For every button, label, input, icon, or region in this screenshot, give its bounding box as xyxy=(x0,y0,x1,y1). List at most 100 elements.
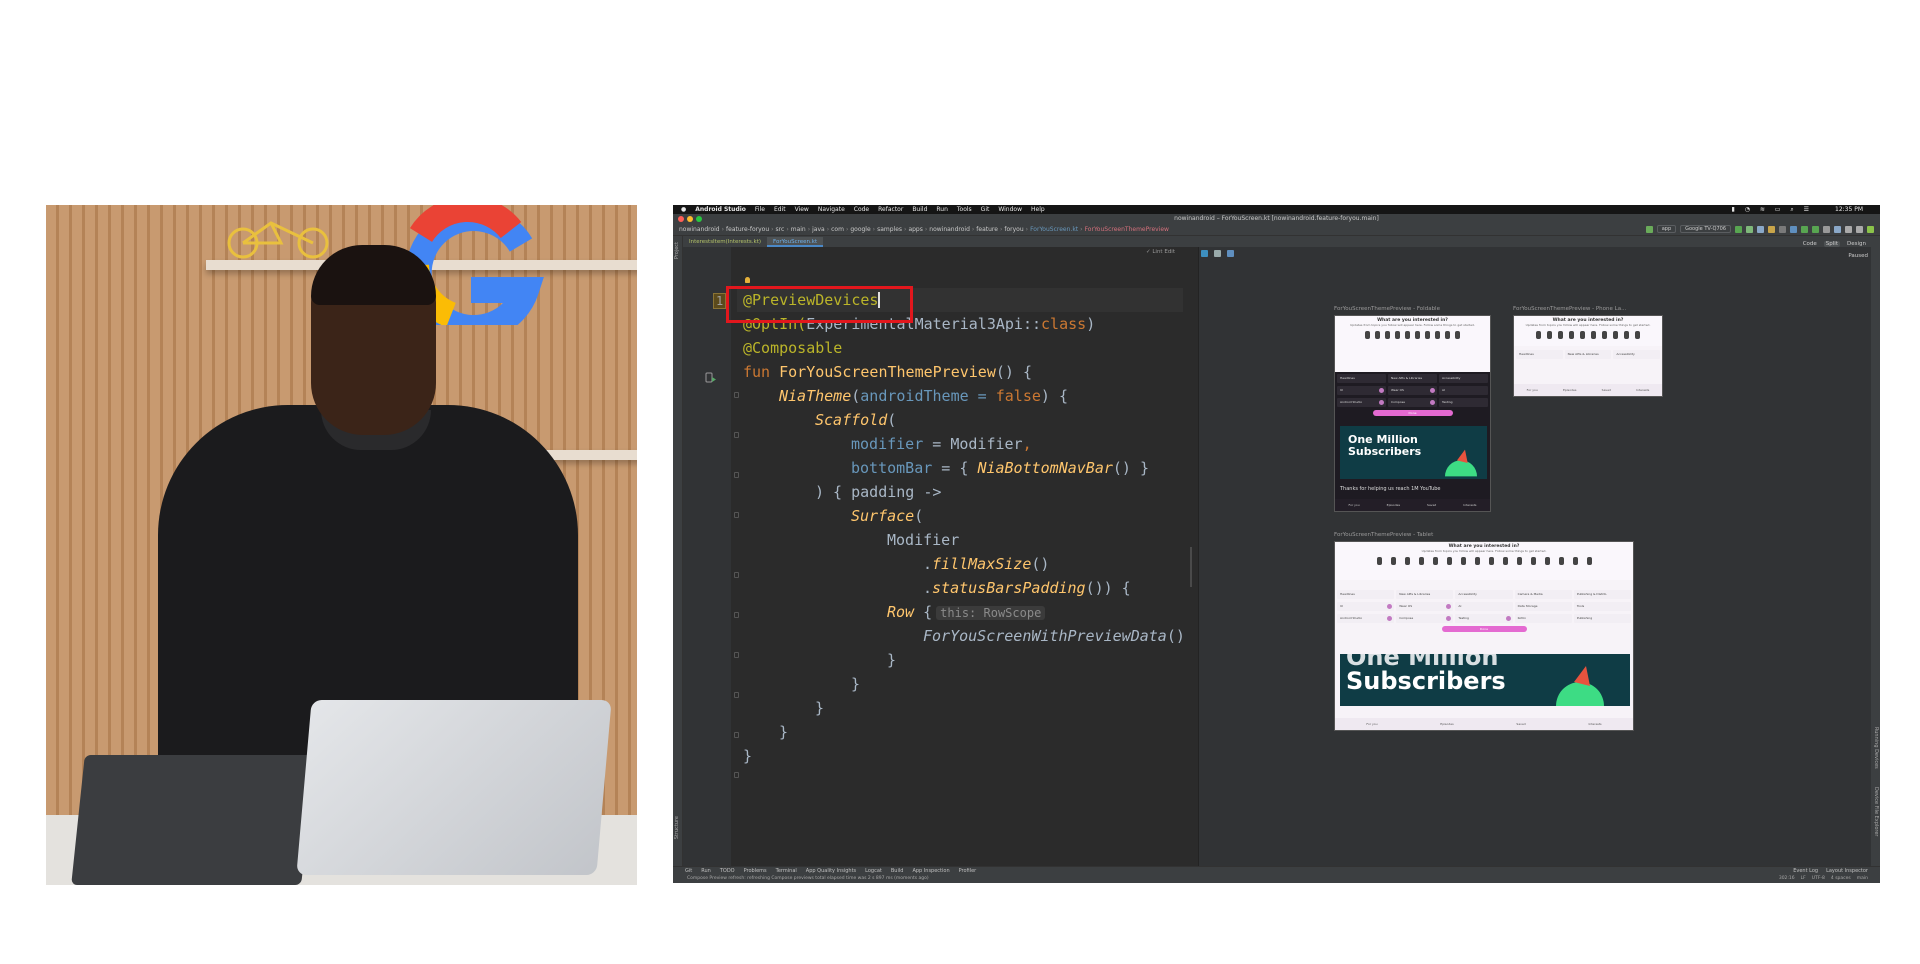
topic-chip[interactable]: AI xyxy=(1439,386,1488,395)
tool-git[interactable]: Git xyxy=(685,868,692,874)
preview-phone-landscape[interactable]: What are you interested in? Updates from… xyxy=(1513,315,1663,397)
done-button[interactable]: Done xyxy=(1441,626,1527,632)
menu-view[interactable]: View xyxy=(795,206,809,213)
topic-chip[interactable]: Android Studio xyxy=(1337,614,1395,623)
topic-chip[interactable]: UI xyxy=(1337,602,1395,611)
profile-icon[interactable] xyxy=(1757,225,1764,233)
topic-chip[interactable]: Camera & Media xyxy=(1514,590,1572,599)
breadcrumb-item[interactable]: nowinandroid xyxy=(929,226,970,233)
code-editor[interactable]: ✓ Lint Edit 1 @PreviewDevices @OptIn(Exp… xyxy=(683,247,1185,866)
topic-chip[interactable]: Tools xyxy=(1573,602,1632,611)
sync-icon[interactable] xyxy=(1790,225,1797,233)
fold-marker[interactable] xyxy=(734,472,739,478)
menu-git[interactable]: Git xyxy=(981,206,990,213)
run-icon[interactable] xyxy=(1735,225,1742,233)
git-commit-icon[interactable] xyxy=(1812,225,1819,233)
done-button[interactable]: Done xyxy=(1372,410,1453,416)
device-select[interactable]: Google TV-Q706 xyxy=(1680,225,1731,233)
breadcrumb-item[interactable]: apps xyxy=(908,226,922,233)
topic-chip[interactable]: Accessibility xyxy=(1439,374,1488,383)
breadcrumb-item[interactable]: com xyxy=(831,226,844,233)
line-separator[interactable]: LF xyxy=(1801,875,1806,883)
maximize-window-button[interactable] xyxy=(696,216,702,222)
topic-chip[interactable]: AI xyxy=(1455,602,1513,611)
split-divider[interactable] xyxy=(1183,247,1198,866)
apply-changes-icon[interactable] xyxy=(1768,225,1775,233)
topic-chip[interactable]: New APIs & Libraries xyxy=(1396,590,1454,599)
lightbulb-icon[interactable] xyxy=(745,277,750,283)
fold-marker[interactable] xyxy=(734,612,739,618)
topic-chip[interactable]: Accessibility xyxy=(1613,350,1661,359)
git-branch[interactable]: main xyxy=(1857,875,1868,883)
view-mode-split[interactable]: Split xyxy=(1823,241,1840,247)
tool-logcat[interactable]: Logcat xyxy=(865,868,882,874)
compose-preview-pane[interactable]: ForYouScreenThemePreview - Foldable What… xyxy=(1198,247,1871,866)
menu-window[interactable]: Window xyxy=(998,206,1022,213)
zoom-icon[interactable] xyxy=(1227,250,1234,257)
fold-marker[interactable] xyxy=(734,732,739,738)
close-window-button[interactable] xyxy=(678,216,684,222)
topic-chip[interactable]: Headlines xyxy=(1516,350,1563,359)
menu-navigate[interactable]: Navigate xyxy=(818,206,845,213)
running-devices-tool-button[interactable]: Running Devices xyxy=(1873,727,1879,769)
tool-event-log[interactable]: Event Log xyxy=(1793,868,1818,874)
topic-chip[interactable]: Wear OS xyxy=(1396,602,1454,611)
search-icon[interactable] xyxy=(1845,225,1852,233)
menu-build[interactable]: Build xyxy=(912,206,927,213)
breadcrumb-item[interactable]: java xyxy=(812,226,825,233)
breadcrumb-item[interactable]: samples xyxy=(877,226,902,233)
refresh-preview-icon[interactable] xyxy=(1201,250,1208,257)
git-update-icon[interactable] xyxy=(1801,225,1808,233)
hammer-icon[interactable] xyxy=(1645,225,1653,233)
tool-todo[interactable]: TODO xyxy=(720,868,735,874)
tool-problems[interactable]: Problems xyxy=(744,868,767,874)
topic-chip[interactable]: Android Studio xyxy=(1337,398,1386,407)
fold-marker[interactable] xyxy=(734,772,739,778)
view-mode-design[interactable]: Design xyxy=(1845,241,1868,247)
minimize-window-button[interactable] xyxy=(687,216,693,222)
menu-run[interactable]: Run xyxy=(936,206,948,213)
topic-chip[interactable]: Kotlin xyxy=(1514,614,1572,623)
fold-marker[interactable] xyxy=(734,432,739,438)
stop-icon[interactable] xyxy=(1779,225,1786,233)
nav-saved[interactable]: Saved xyxy=(1427,503,1436,507)
view-mode-code[interactable]: Code xyxy=(1801,241,1819,247)
nav-for-you[interactable]: For you xyxy=(1349,503,1360,507)
debug-icon[interactable] xyxy=(1746,225,1753,233)
topic-chip[interactable]: Headlines xyxy=(1337,374,1386,383)
tool-layout-inspector[interactable]: Layout Inspector xyxy=(1826,868,1868,874)
breadcrumb-item[interactable]: feature xyxy=(976,226,998,233)
breadcrumb-file[interactable]: ForYouScreen.kt xyxy=(1030,226,1078,233)
device-file-explorer-tool-button[interactable]: Device File Explorer xyxy=(1873,787,1879,836)
nav-episodes[interactable]: Episodes xyxy=(1387,503,1400,507)
settings-gear-icon[interactable] xyxy=(1856,225,1863,233)
breadcrumb-item[interactable]: foryou xyxy=(1004,226,1023,233)
menu-tools[interactable]: Tools xyxy=(957,206,972,213)
topic-chip[interactable]: New APIs & Libraries xyxy=(1564,350,1612,359)
project-tool-button[interactable]: Project xyxy=(674,242,680,259)
breadcrumb-item[interactable]: feature-foryou xyxy=(726,226,769,233)
structure-tool-button[interactable]: Structure xyxy=(674,816,680,839)
breadcrumb-item[interactable]: nowinandroid xyxy=(679,226,720,233)
tool-terminal[interactable]: Terminal xyxy=(776,868,797,874)
fold-marker[interactable] xyxy=(734,512,739,518)
topic-chip[interactable]: Data Storage xyxy=(1514,602,1572,611)
file-encoding[interactable]: UTF-8 xyxy=(1812,875,1825,883)
indent-setting[interactable]: 4 spaces xyxy=(1831,875,1851,883)
nav-interests[interactable]: Interests xyxy=(1463,503,1476,507)
tab-interests-item[interactable]: InterestsItem(Interests.kt) xyxy=(683,237,767,247)
device-manager-icon[interactable] xyxy=(1834,225,1841,233)
caret-position[interactable]: 302:16 xyxy=(1779,875,1795,883)
tool-profiler[interactable]: Profiler xyxy=(959,868,977,874)
menu-code[interactable]: Code xyxy=(854,206,869,213)
fold-marker[interactable] xyxy=(734,572,739,578)
menu-refactor[interactable]: Refactor xyxy=(878,206,903,213)
lint-status[interactable]: ✓ Lint Edit xyxy=(1146,249,1175,255)
menu-help[interactable]: Help xyxy=(1031,206,1045,213)
history-icon[interactable] xyxy=(1823,225,1830,233)
topic-chip[interactable]: Compose xyxy=(1388,398,1437,407)
topic-chip[interactable]: Wear OS xyxy=(1388,386,1437,395)
tool-run[interactable]: Run xyxy=(701,868,711,874)
topic-chip[interactable]: Publishing & Distrib. xyxy=(1573,590,1632,599)
topic-chip[interactable]: New APIs & Libraries xyxy=(1388,374,1437,383)
